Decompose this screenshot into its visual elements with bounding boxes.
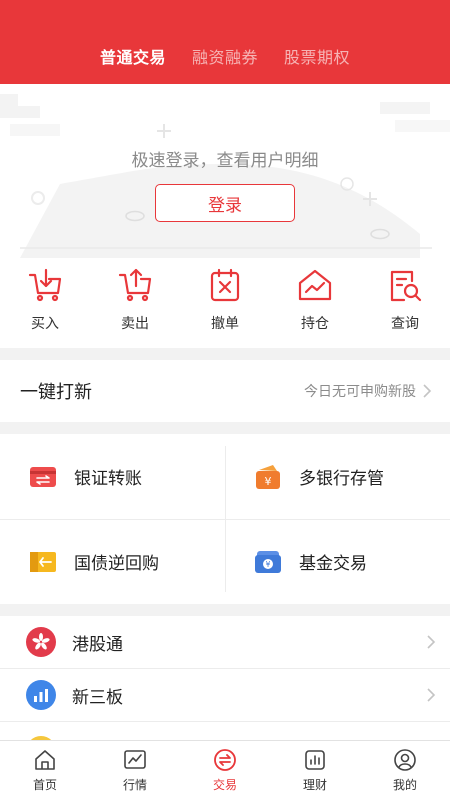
market-icon <box>124 750 146 769</box>
home-icon <box>35 750 55 770</box>
multi-bank-label: 多银行存管 <box>299 469 384 489</box>
neeq-icon <box>26 680 56 710</box>
nav-profile[interactable]: 我的 <box>360 741 450 800</box>
nav-trade-label: 交易 <box>212 778 237 792</box>
chevron-right-icon <box>427 688 436 702</box>
ipo-status-text: 今日无可申购新股 <box>304 384 416 400</box>
nav-finance[interactable]: 理财 <box>270 741 360 800</box>
finance-icon <box>305 750 325 770</box>
market-list: 港股通 新三板 <box>0 616 450 750</box>
treasury-repo-button[interactable]: 国债逆回购 <box>0 519 225 604</box>
fund-icon: ¥ <box>253 547 283 577</box>
login-panel: 极速登录，查看用户明细 登录 <box>0 84 450 258</box>
tab-margin-trading[interactable]: 融资融券 <box>192 44 258 68</box>
trade-icon <box>214 749 236 771</box>
ipo-title: 一键打新 <box>20 382 92 403</box>
treasury-repo-label: 国债逆回购 <box>74 554 159 574</box>
nav-market[interactable]: 行情 <box>90 741 180 800</box>
tab-normal-trade[interactable]: 普通交易 <box>100 44 166 68</box>
query-icon <box>387 267 423 303</box>
buy-label: 买入 <box>31 316 59 332</box>
multi-bank-icon: ¥ <box>253 462 283 492</box>
fund-trade-label: 基金交易 <box>299 554 367 574</box>
cart-in-icon <box>27 267 63 303</box>
trade-type-tabs: 普通交易 融资融券 股票期权 <box>0 44 450 68</box>
profile-icon <box>394 749 416 771</box>
login-button[interactable]: 登录 <box>155 184 295 222</box>
chevron-right-icon <box>427 635 436 649</box>
bottom-nav: 首页 行情 交易 理财 我的 <box>0 740 450 800</box>
service-grid: 银证转账 ¥ 多银行存管 国债逆回购 ¥ 基金交易 <box>0 434 450 604</box>
nav-market-label: 行情 <box>122 778 147 792</box>
cancel-order-icon <box>207 267 243 303</box>
trade-actions-row: 买入 卖出 撤单 持仓 查询 <box>0 258 450 348</box>
tab-stock-options[interactable]: 股票期权 <box>284 44 350 68</box>
hk-connect-label: 港股通 <box>72 634 123 655</box>
list-item-neeq[interactable]: 新三板 <box>0 669 450 722</box>
sell-button[interactable]: 卖出 <box>90 258 180 348</box>
bank-transfer-label: 银证转账 <box>74 469 142 489</box>
svg-text:¥: ¥ <box>265 475 272 488</box>
fund-trade-button[interactable]: ¥ 基金交易 <box>225 519 450 604</box>
holdings-label: 持仓 <box>301 316 329 332</box>
nav-finance-label: 理财 <box>302 778 327 792</box>
login-background-illustration <box>0 94 450 258</box>
treasury-repo-icon <box>28 547 58 577</box>
cancel-order-button[interactable]: 撤单 <box>180 258 270 348</box>
bank-transfer-button[interactable]: 银证转账 <box>0 434 225 519</box>
nav-trade[interactable]: 交易 <box>180 741 270 800</box>
chevron-right-icon <box>423 384 432 398</box>
query-button[interactable]: 查询 <box>360 258 450 348</box>
top-header: 普通交易 融资融券 股票期权 <box>0 0 450 84</box>
sell-label: 卖出 <box>121 316 149 332</box>
ipo-subscribe-row[interactable]: 一键打新 今日无可申购新股 <box>0 360 450 422</box>
holdings-button[interactable]: 持仓 <box>270 258 360 348</box>
buy-button[interactable]: 买入 <box>0 258 90 348</box>
nav-profile-label: 我的 <box>392 778 417 792</box>
bank-transfer-icon <box>28 462 58 492</box>
query-label: 查询 <box>391 316 419 332</box>
neeq-label: 新三板 <box>72 687 123 708</box>
cancel-order-label: 撤单 <box>211 316 239 332</box>
holdings-icon <box>297 267 333 303</box>
nav-home[interactable]: 首页 <box>0 741 90 800</box>
cart-out-icon <box>117 267 153 303</box>
multi-bank-button[interactable]: ¥ 多银行存管 <box>225 434 450 519</box>
ipo-status-group: 今日无可申购新股 <box>304 381 432 401</box>
list-item-hk-connect[interactable]: 港股通 <box>0 616 450 669</box>
hk-connect-icon <box>26 627 56 657</box>
svg-text:¥: ¥ <box>266 560 271 569</box>
login-hint-text: 极速登录，查看用户明细 <box>131 151 319 171</box>
nav-home-label: 首页 <box>32 778 57 792</box>
